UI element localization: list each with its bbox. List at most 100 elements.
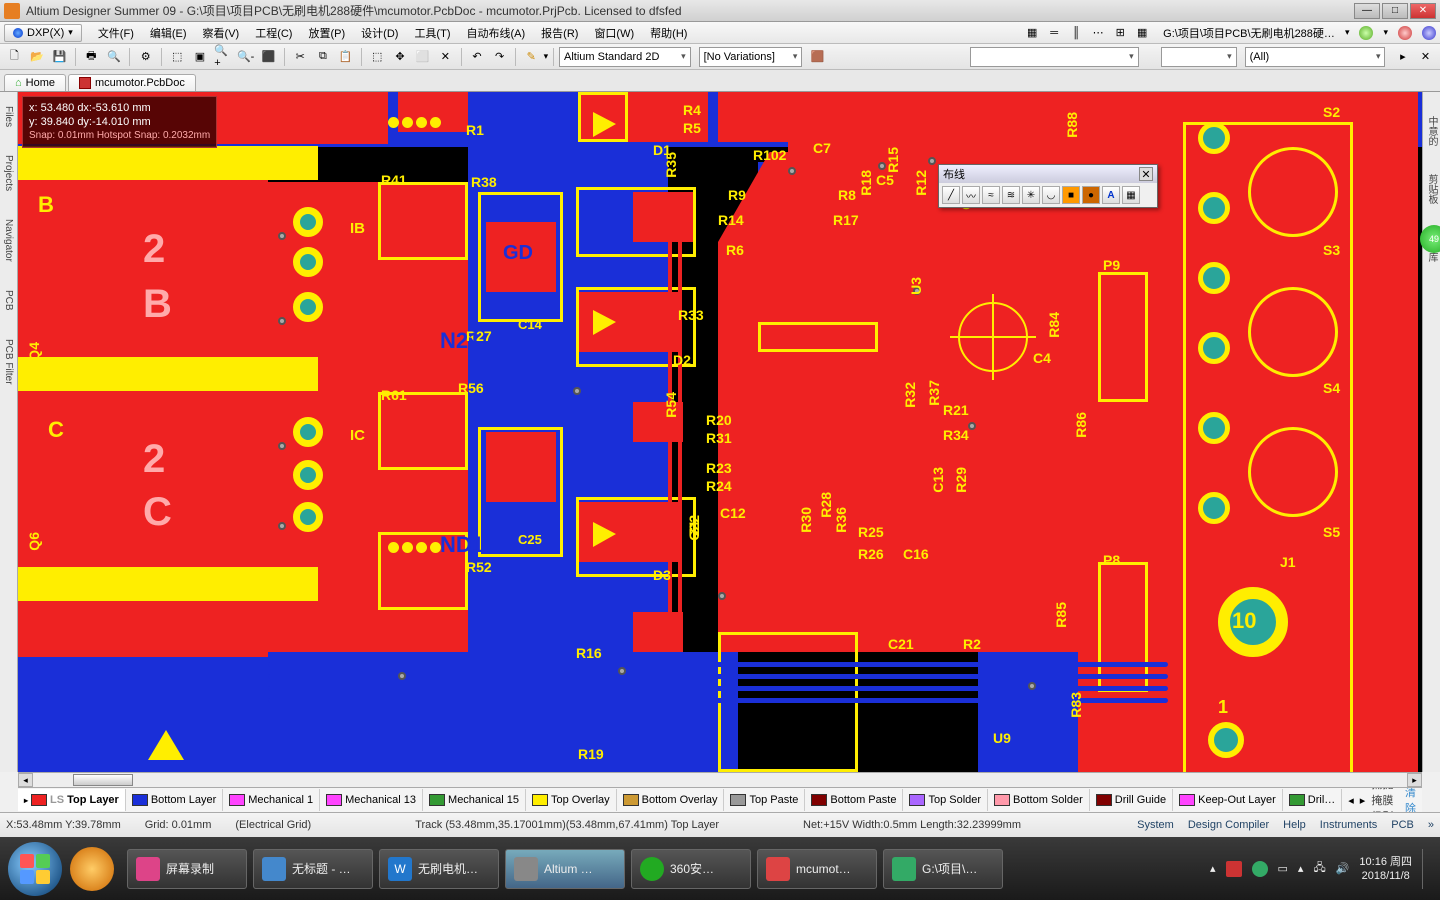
- statuslink-instruments[interactable]: Instruments: [1320, 819, 1377, 831]
- canvas-hscroll[interactable]: ◂ ▸: [18, 772, 1422, 787]
- layer-bottom[interactable]: Bottom Layer: [126, 789, 223, 811]
- task-explorer[interactable]: G:\项目\…: [883, 849, 1003, 889]
- clear-button[interactable]: ✕: [436, 48, 455, 66]
- task-pdf[interactable]: mcumot…: [757, 849, 877, 889]
- print-button[interactable]: 🖶: [82, 48, 101, 66]
- route-text-tool[interactable]: A: [1102, 186, 1120, 204]
- tab-home[interactable]: ⌂Home: [4, 74, 66, 91]
- zoom-fit-button[interactable]: ▣: [191, 48, 210, 66]
- distribute-tool[interactable]: ⋯: [1088, 24, 1108, 42]
- copy-button[interactable]: ⧉: [314, 48, 333, 66]
- task-word[interactable]: W无刷电机…: [379, 849, 499, 889]
- minimize-button[interactable]: —: [1354, 3, 1380, 19]
- filter-combo-1[interactable]: [970, 47, 1139, 67]
- layer-botsolder[interactable]: Bottom Solder: [988, 789, 1090, 811]
- tray-up-icon[interactable]: ▴: [1210, 862, 1216, 875]
- filter-clear[interactable]: ✕: [1416, 48, 1435, 66]
- task-altium[interactable]: Altium …: [505, 849, 625, 889]
- layer-botpaste[interactable]: Bottom Paste: [805, 789, 903, 811]
- open-button[interactable]: 📂: [28, 48, 47, 66]
- hscroll-left[interactable]: ◂: [18, 773, 33, 787]
- menu-autoroute[interactable]: 自动布线(A): [458, 25, 533, 41]
- righttab-favorites[interactable]: 中意的: [1423, 112, 1440, 150]
- layer-topsolder[interactable]: Top Solder: [903, 789, 988, 811]
- redo-button[interactable]: ↷: [490, 48, 509, 66]
- board-icon[interactable]: 🟫: [808, 48, 827, 66]
- align-v-tool[interactable]: ║: [1066, 24, 1086, 42]
- deselect-button[interactable]: ⬜: [413, 48, 432, 66]
- move-button[interactable]: ✥: [391, 48, 410, 66]
- view-mode-combo[interactable]: Altium Standard 2D: [559, 47, 691, 67]
- layer-mech1[interactable]: Mechanical 1: [223, 789, 320, 811]
- layer-mech13[interactable]: Mechanical 13: [320, 789, 423, 811]
- align-h-tool[interactable]: ═: [1044, 24, 1064, 42]
- filter-apply[interactable]: ▸: [1393, 48, 1412, 66]
- route-diff-tool[interactable]: ≈: [982, 186, 1000, 204]
- route-interactive-tool[interactable]: 〰: [962, 186, 980, 204]
- lefttab-pcb[interactable]: PCB: [2, 286, 15, 315]
- grid-tool[interactable]: ▦: [1132, 24, 1152, 42]
- start-button[interactable]: [8, 842, 62, 896]
- route-pad-tool[interactable]: ■: [1062, 186, 1080, 204]
- zoom-in-button[interactable]: 🔍+: [213, 48, 232, 66]
- statuslink-system[interactable]: System: [1137, 819, 1174, 831]
- task-untitled[interactable]: 无标题 - …: [253, 849, 373, 889]
- new-button[interactable]: 🗋: [5, 48, 24, 66]
- righttab-clipboard[interactable]: 剪贴板: [1423, 170, 1440, 208]
- filter-all-combo[interactable]: (All): [1245, 47, 1386, 67]
- layer-mech15[interactable]: Mechanical 15: [423, 789, 526, 811]
- highlight-button[interactable]: ✎: [522, 48, 541, 66]
- layer-keepout[interactable]: Keep-Out Layer: [1173, 789, 1283, 811]
- tray-lang-icon[interactable]: ▭: [1278, 862, 1288, 875]
- snap-mask-label[interactable]: 捕捉 掩膜级别: [1371, 787, 1399, 812]
- cut-button[interactable]: ✂: [291, 48, 310, 66]
- lefttab-navigator[interactable]: Navigator: [2, 215, 15, 266]
- layer-toppaste[interactable]: Top Paste: [724, 789, 805, 811]
- tray-app2-icon[interactable]: [1252, 861, 1268, 877]
- spacing-tool[interactable]: ⊞: [1110, 24, 1130, 42]
- route-multi-tool[interactable]: ≋: [1002, 186, 1020, 204]
- menu-window[interactable]: 窗口(W): [586, 25, 642, 41]
- filter-combo-2[interactable]: [1161, 47, 1237, 67]
- layer-botoverlay[interactable]: Bottom Overlay: [617, 789, 725, 811]
- route-fanout-tool[interactable]: ✳: [1022, 186, 1040, 204]
- layer-topoverlay[interactable]: Top Overlay: [526, 789, 617, 811]
- layer-drill[interactable]: Dril…: [1283, 789, 1343, 811]
- menu-help[interactable]: 帮助(H): [642, 25, 695, 41]
- tray-network-icon[interactable]: 🖧: [1313, 859, 1325, 878]
- task-screenrec[interactable]: 屏幕录制: [127, 849, 247, 889]
- layer-nav-prev[interactable]: ◂: [1348, 794, 1354, 807]
- close-button[interactable]: ✕: [1410, 3, 1436, 19]
- menu-file[interactable]: 文件(F): [90, 25, 142, 41]
- save-button[interactable]: 💾: [50, 48, 69, 66]
- variations-combo[interactable]: [No Variations]: [699, 47, 803, 67]
- menu-place[interactable]: 放置(P): [300, 25, 353, 41]
- zoom-sel-button[interactable]: ⬛: [259, 48, 278, 66]
- pcb-canvas[interactable]: R1 R4 R5 D1 R41 R38 R35 R102 R27 N21 C14…: [18, 92, 1422, 772]
- route-component-tool[interactable]: ▦: [1122, 186, 1140, 204]
- routing-toolbar-header[interactable]: 布线 ✕: [939, 165, 1157, 183]
- status-ball-3[interactable]: [1422, 26, 1436, 40]
- menu-edit[interactable]: 编辑(E): [142, 25, 195, 41]
- show-desktop[interactable]: [1422, 849, 1430, 889]
- compile-button[interactable]: ⚙: [136, 48, 155, 66]
- routing-toolbar-close[interactable]: ✕: [1139, 167, 1153, 181]
- routing-toolbar[interactable]: 布线 ✕ ╱ 〰 ≈ ≋ ✳ ◡ ■ ● A ▦: [938, 164, 1158, 208]
- layer-drillguide[interactable]: Drill Guide: [1090, 789, 1173, 811]
- tray-app1-icon[interactable]: [1226, 861, 1242, 877]
- hscroll-thumb[interactable]: [73, 774, 133, 786]
- statuslink-designcompiler[interactable]: Design Compiler: [1188, 819, 1269, 831]
- maximize-button[interactable]: □: [1382, 3, 1408, 19]
- status-ball-1[interactable]: [1359, 26, 1373, 40]
- statuslink-more[interactable]: »: [1428, 819, 1434, 831]
- layer-nav-next[interactable]: ▸: [1360, 794, 1366, 807]
- status-ball-2[interactable]: [1398, 26, 1412, 40]
- zoom-out-button[interactable]: 🔍-: [236, 48, 255, 66]
- menu-reports[interactable]: 报告(R): [533, 25, 586, 41]
- task-360[interactable]: 360安…: [631, 849, 751, 889]
- tray-volume-icon[interactable]: 🔊: [1336, 862, 1350, 875]
- statuslink-help[interactable]: Help: [1283, 819, 1306, 831]
- lefttab-files[interactable]: Files: [2, 102, 15, 131]
- antivirus-ball-icon[interactable]: 49: [1420, 225, 1440, 253]
- dxp-menu[interactable]: DXP(X) ▾: [4, 24, 82, 42]
